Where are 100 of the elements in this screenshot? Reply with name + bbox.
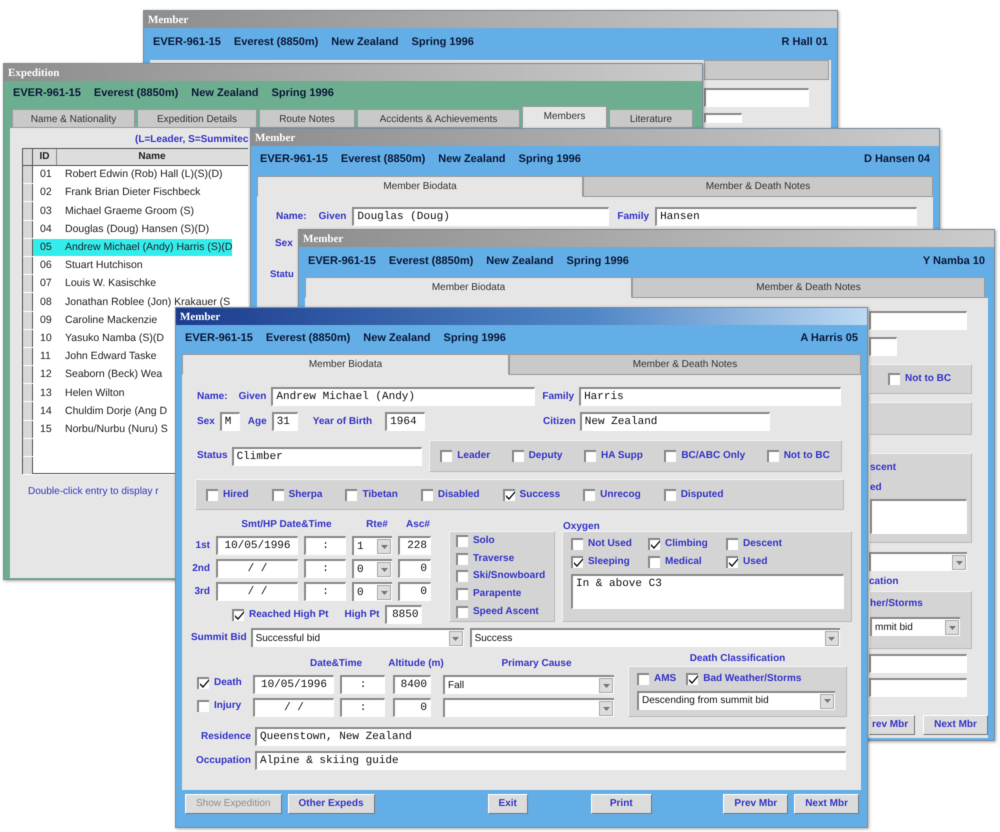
input-field[interactable]: Queenstown, New Zealand (255, 727, 846, 746)
checkbox[interactable] (272, 488, 284, 500)
table-cell[interactable]: Stuart Hutchison (57, 256, 143, 274)
dropdown-field[interactable]: 1 (352, 536, 392, 555)
dropdown-field[interactable] (443, 698, 614, 717)
input-field[interactable]: 1964 (385, 412, 426, 431)
input-field[interactable]: 8850 (385, 605, 422, 624)
input-field[interactable]: Alpine & skiing guide (255, 751, 846, 770)
dropdown-field[interactable]: Descending from summit bid (637, 690, 835, 710)
row-header[interactable] (23, 238, 33, 256)
checkbox[interactable] (440, 450, 452, 462)
row-header[interactable] (23, 330, 33, 347)
table-cell[interactable]: Louis W. Kasischke (57, 275, 156, 292)
checkbox[interactable] (456, 570, 468, 582)
row-header[interactable] (23, 275, 33, 292)
table-cell[interactable]: Chuldim Dorje (Ang D (57, 402, 168, 420)
input-field[interactable]: New Zealand (580, 412, 770, 431)
input-field[interactable]: 8400 (393, 675, 431, 694)
checkbox[interactable] (512, 450, 524, 462)
input-field[interactable]: : (304, 559, 346, 578)
table-cell[interactable]: Caroline Mackenzie (57, 312, 158, 329)
input-field[interactable]: Harris (579, 387, 842, 406)
input-field[interactable]: Climber (232, 446, 422, 466)
row-header[interactable] (23, 366, 33, 384)
input-field[interactable]: : (304, 582, 346, 601)
button[interactable]: Next Mbr (794, 794, 859, 814)
dropdown-field[interactable]: Successful bid (250, 628, 464, 647)
row-header[interactable] (23, 256, 33, 274)
row-header[interactable] (23, 438, 33, 456)
tab[interactable]: Expedition Details (137, 109, 257, 128)
checkbox[interactable] (686, 672, 698, 684)
input-field[interactable] (869, 337, 897, 356)
input-field[interactable]: 10/05/1996 (216, 536, 298, 555)
input-field[interactable] (869, 654, 967, 673)
input-field[interactable]: : (304, 536, 346, 555)
table-cell[interactable]: Norbu/Nurbu (Nuru) S (57, 420, 168, 438)
table-cell[interactable]: John Edward Taske (57, 348, 156, 366)
input-field[interactable]: / / (216, 559, 298, 578)
checkbox[interactable] (456, 534, 468, 547)
row-header[interactable] (23, 149, 33, 165)
input-field[interactable]: : (340, 698, 385, 717)
tab[interactable]: Literature (609, 109, 693, 128)
row-header[interactable] (23, 184, 33, 202)
table-cell[interactable]: Seaborn (Beck) Wea (57, 366, 162, 384)
row-header[interactable] (23, 166, 33, 184)
button[interactable]: Next Mbr (923, 715, 988, 735)
checkbox[interactable] (888, 373, 900, 385)
input-field[interactable]: Andrew Michael (Andy) (271, 387, 536, 406)
input-field[interactable]: : (340, 675, 385, 694)
table-cell[interactable]: Jonathan Roblee (Jon) Krakauer (S (57, 293, 230, 310)
dropdown-field[interactable]: Success (470, 628, 840, 647)
checkbox[interactable] (726, 538, 738, 550)
row-header[interactable] (23, 220, 33, 238)
checkbox[interactable] (206, 488, 218, 500)
row-header[interactable] (23, 457, 33, 474)
checkbox[interactable] (664, 488, 676, 500)
table-cell[interactable]: Michael Graeme Groom (S) (57, 202, 194, 220)
checkbox[interactable] (571, 556, 583, 568)
input-field[interactable] (870, 499, 967, 534)
checkbox[interactable] (456, 588, 468, 600)
checkbox[interactable] (420, 488, 433, 500)
input-field[interactable]: 31 (272, 412, 298, 431)
input-field[interactable]: / / (216, 582, 298, 601)
row-header[interactable] (23, 293, 33, 310)
checkbox[interactable] (648, 538, 660, 550)
input-field[interactable]: 10/05/1996 (253, 675, 334, 694)
checkbox[interactable] (664, 450, 676, 462)
checkbox[interactable] (726, 556, 738, 568)
tab[interactable]: Name & Nationality (12, 109, 135, 128)
button[interactable]: Print (590, 794, 652, 814)
button[interactable]: rev Mbr (869, 715, 916, 735)
checkbox[interactable] (766, 450, 779, 462)
input-field[interactable] (704, 88, 809, 107)
table-cell[interactable]: Robert Edwin (Rob) Hall (L)(S)(D) (57, 166, 223, 184)
row-header[interactable] (23, 202, 33, 220)
input-field[interactable] (869, 678, 967, 697)
dropdown-field[interactable]: mmit bid (870, 617, 960, 636)
row-header[interactable] (23, 420, 33, 438)
table-cell[interactable]: Helen Wilton (57, 384, 125, 402)
tab[interactable]: Member Biodata (305, 277, 632, 298)
tab[interactable]: Accidents & Achievements (357, 109, 520, 128)
input-field[interactable]: 0 (393, 698, 431, 717)
checkbox[interactable] (584, 450, 596, 462)
dropdown-field[interactable] (869, 552, 967, 571)
table-cell[interactable]: Frank Brian Dieter Fischbeck (57, 184, 200, 202)
checkbox[interactable] (197, 700, 209, 712)
dropdown-field[interactable]: Fall (443, 675, 614, 694)
checkbox[interactable] (648, 556, 660, 568)
button[interactable]: Exit (488, 794, 528, 814)
button[interactable]: Other Expeds (288, 794, 375, 814)
checkbox[interactable] (583, 488, 596, 500)
row-header[interactable] (23, 312, 33, 329)
tab[interactable]: Member Biodata (182, 354, 509, 375)
tab[interactable]: Member & Death Notes (509, 354, 861, 375)
tab[interactable]: Member Biodata (257, 176, 584, 197)
input-field[interactable] (869, 311, 967, 330)
table-cell[interactable]: Yasuko Namba (S)(D (57, 330, 164, 347)
checkbox[interactable] (232, 608, 244, 620)
dropdown-field[interactable]: 0 (352, 582, 392, 601)
checkbox[interactable] (197, 676, 209, 688)
